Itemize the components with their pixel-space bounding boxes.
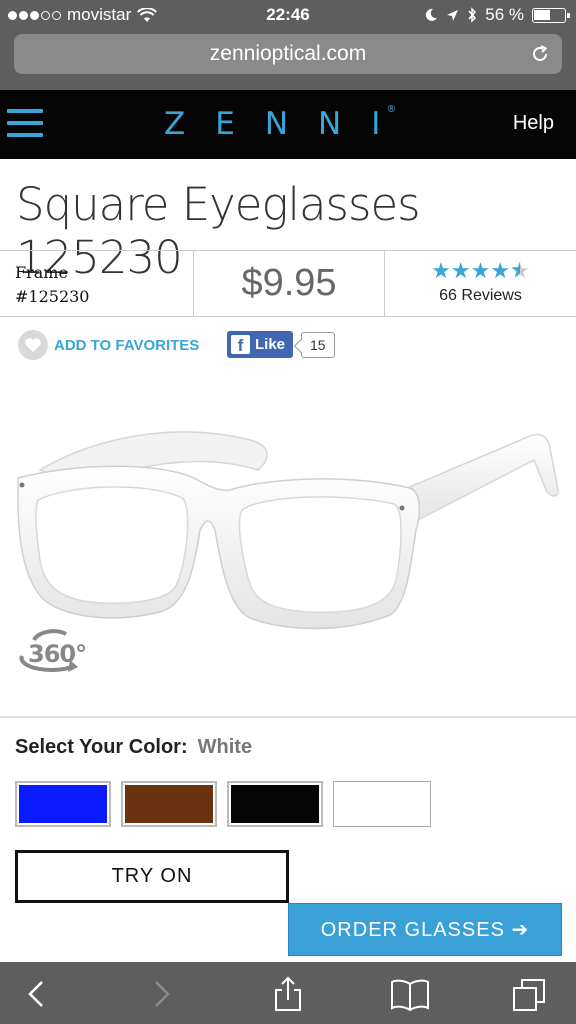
like-label: Like xyxy=(255,336,286,353)
color-label: Select Your Color: xyxy=(15,736,188,758)
status-right: 56 % xyxy=(424,5,570,25)
star-icon: ★ xyxy=(490,258,511,283)
facebook-icon: f xyxy=(231,335,250,355)
url-text: zennioptical.com xyxy=(209,42,367,65)
bluetooth-icon xyxy=(468,7,477,23)
tabs-icon[interactable] xyxy=(510,974,550,1014)
back-icon[interactable] xyxy=(18,974,58,1014)
star-icon: ★ xyxy=(450,258,471,283)
browser-toolbar xyxy=(0,962,576,1024)
frame-cell: Frame #125230 xyxy=(0,251,194,316)
color-swatch-black[interactable] xyxy=(227,781,323,827)
heart-icon xyxy=(18,330,48,360)
star-icon: ★ xyxy=(431,258,451,283)
star-icon: ★ xyxy=(470,258,491,283)
moon-icon xyxy=(426,8,438,21)
menu-icon[interactable] xyxy=(7,109,43,139)
view-360-label: 360° xyxy=(28,640,87,668)
selected-color: White xyxy=(197,736,253,758)
color-swatches xyxy=(15,781,431,827)
battery-percent: 56 % xyxy=(485,5,524,24)
help-link[interactable]: Help xyxy=(513,112,554,135)
share-icon[interactable] xyxy=(268,974,308,1014)
location-arrow-icon xyxy=(447,9,459,21)
color-swatch-white[interactable] xyxy=(333,781,431,827)
registered-mark: ® xyxy=(386,104,397,115)
battery-icon xyxy=(532,7,570,23)
bookmarks-icon[interactable] xyxy=(390,974,430,1014)
product-image[interactable] xyxy=(10,400,566,640)
status-bar: movistar 22:46 56 % xyxy=(0,0,576,32)
logo-text: ZENNI xyxy=(164,106,411,142)
half-star-icon: ★★ xyxy=(510,258,530,283)
reload-icon[interactable] xyxy=(530,44,550,64)
forward-icon[interactable] xyxy=(140,974,180,1014)
try-on-button[interactable]: TRY ON xyxy=(15,850,289,903)
frame-number: #125230 xyxy=(15,287,90,306)
like-count: 15 xyxy=(301,331,335,358)
reviews-count[interactable]: 66 Reviews xyxy=(385,287,576,305)
reviews-cell[interactable]: ★★★★★★ 66 Reviews xyxy=(385,251,576,316)
order-glasses-button[interactable]: ORDER GLASSES ➔ xyxy=(288,903,562,956)
browser-chrome: zennioptical.com xyxy=(0,32,576,90)
section-divider xyxy=(0,716,576,718)
facebook-like-button[interactable]: f Like xyxy=(227,331,294,358)
zenni-logo[interactable]: ZENNI® xyxy=(164,104,420,142)
site-header: ZENNI® Help xyxy=(0,90,576,159)
color-swatch-brown[interactable] xyxy=(121,781,217,827)
color-selector: Select Your Color: White xyxy=(15,736,252,759)
color-swatch-blue[interactable] xyxy=(15,781,111,827)
address-bar[interactable]: zennioptical.com xyxy=(14,34,562,74)
rating-stars: ★★★★★★ xyxy=(385,258,576,283)
frame-label: Frame xyxy=(15,263,68,282)
facebook-like-widget: f Like 15 xyxy=(227,331,335,358)
product-info-table: Frame #125230 $9.95 ★★★★★★ 66 Reviews xyxy=(0,250,576,317)
favorites-label: ADD TO FAVORITES xyxy=(54,336,200,354)
add-to-favorites-button[interactable]: ADD TO FAVORITES xyxy=(18,330,199,360)
price: $9.95 xyxy=(194,251,385,316)
view-360-button[interactable]: 360° xyxy=(14,620,94,680)
